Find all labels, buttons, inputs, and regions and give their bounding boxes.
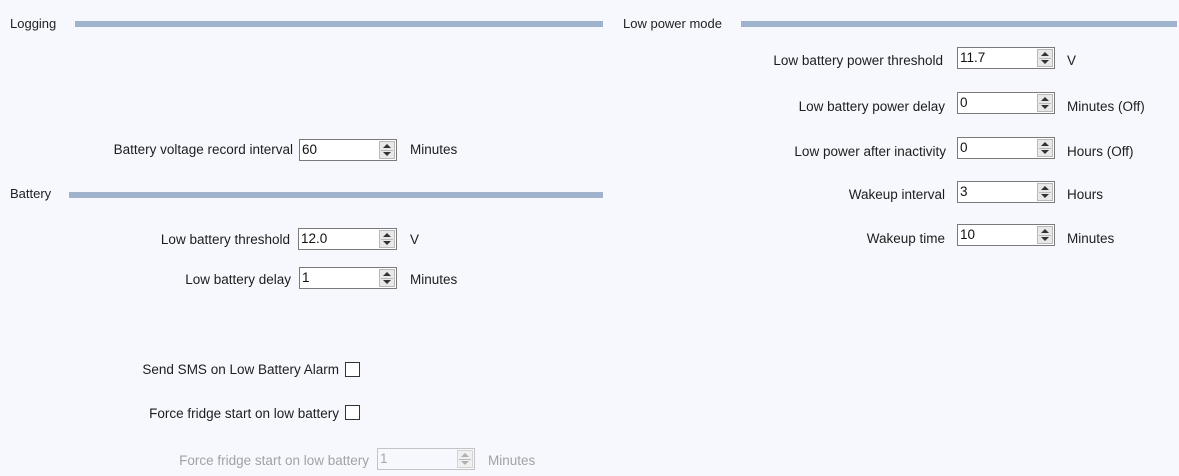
low-battery-delay-stepper[interactable]: 1 bbox=[299, 267, 397, 289]
spin-buttons[interactable] bbox=[1037, 226, 1053, 244]
low-battery-power-delay-unit: Minutes (Off) bbox=[1067, 99, 1145, 114]
spin-down-arrow-icon[interactable] bbox=[380, 150, 394, 158]
low-battery-delay-value[interactable]: 1 bbox=[302, 269, 310, 287]
low-power-after-inactivity-stepper[interactable]: 0 bbox=[957, 137, 1055, 159]
low-battery-power-threshold-stepper[interactable]: 11.7 bbox=[957, 47, 1055, 69]
wakeup-interval-unit: Hours bbox=[1067, 187, 1104, 202]
low-power-after-inactivity-label: Low power after inactivity bbox=[794, 144, 946, 159]
logging-section-divider bbox=[75, 21, 603, 27]
spin-buttons[interactable] bbox=[1037, 49, 1053, 67]
spin-down-arrow-icon[interactable] bbox=[380, 239, 394, 247]
spin-buttons[interactable] bbox=[1037, 94, 1053, 112]
low-battery-threshold-unit: V bbox=[410, 232, 420, 247]
force-fridge-delay-label: Force fridge start on low battery bbox=[179, 453, 369, 468]
wakeup-time-value[interactable]: 10 bbox=[960, 226, 975, 244]
force-fridge-delay-unit: Minutes bbox=[488, 453, 536, 468]
low-battery-power-threshold-unit: V bbox=[1067, 53, 1077, 68]
wakeup-time-unit: Minutes bbox=[1067, 231, 1115, 246]
spin-down-arrow-icon[interactable] bbox=[1038, 235, 1052, 243]
spin-up-arrow-icon[interactable] bbox=[380, 270, 394, 278]
spin-down-arrow-icon[interactable] bbox=[1038, 58, 1052, 66]
wakeup-time-stepper[interactable]: 10 bbox=[957, 224, 1055, 246]
spin-down-arrow-icon[interactable] bbox=[1038, 103, 1052, 111]
low-battery-power-threshold-value[interactable]: 11.7 bbox=[960, 49, 985, 67]
spin-buttons[interactable] bbox=[379, 230, 395, 248]
wakeup-interval-stepper[interactable]: 3 bbox=[957, 181, 1055, 203]
low-battery-delay-unit: Minutes bbox=[410, 272, 458, 287]
low-battery-power-delay-value[interactable]: 0 bbox=[960, 94, 968, 112]
spin-down-arrow-icon[interactable] bbox=[458, 459, 472, 467]
low-power-after-inactivity-value[interactable]: 0 bbox=[960, 139, 968, 157]
spin-down-arrow-icon[interactable] bbox=[1038, 192, 1052, 200]
spin-buttons[interactable] bbox=[379, 141, 395, 159]
force-fridge-delay-value[interactable]: 1 bbox=[380, 450, 388, 468]
spin-up-arrow-icon[interactable] bbox=[1038, 95, 1052, 103]
spin-up-arrow-icon[interactable] bbox=[1038, 140, 1052, 148]
low-power-mode-section-title: Low power mode bbox=[623, 16, 722, 31]
low-power-after-inactivity-unit: Hours (Off) bbox=[1067, 144, 1134, 159]
battery-voltage-record-interval-value[interactable]: 60 bbox=[302, 141, 317, 159]
send-sms-checkbox[interactable] bbox=[345, 362, 360, 377]
spin-buttons[interactable] bbox=[457, 450, 473, 468]
low-battery-threshold-label: Low battery threshold bbox=[160, 232, 290, 247]
send-sms-label: Send SMS on Low Battery Alarm bbox=[142, 362, 339, 377]
force-fridge-start-checkbox[interactable] bbox=[345, 405, 360, 420]
battery-voltage-record-interval-stepper[interactable]: 60 bbox=[299, 139, 397, 161]
spin-up-arrow-icon[interactable] bbox=[380, 231, 394, 239]
spin-down-arrow-icon[interactable] bbox=[380, 278, 394, 286]
battery-voltage-record-interval-unit: Minutes bbox=[410, 142, 458, 157]
spin-up-arrow-icon[interactable] bbox=[1038, 227, 1052, 235]
spin-buttons[interactable] bbox=[1037, 139, 1053, 157]
spin-up-arrow-icon[interactable] bbox=[1038, 184, 1052, 192]
force-fridge-delay-stepper[interactable]: 1 bbox=[377, 448, 475, 470]
spin-buttons[interactable] bbox=[1037, 183, 1053, 201]
wakeup-interval-label: Wakeup interval bbox=[848, 187, 945, 202]
spin-up-arrow-icon[interactable] bbox=[380, 142, 394, 150]
low-battery-threshold-value[interactable]: 12.0 bbox=[301, 230, 327, 248]
battery-section-title: Battery bbox=[10, 186, 52, 201]
battery-voltage-record-interval-label: Battery voltage record interval bbox=[113, 142, 293, 157]
spin-buttons[interactable] bbox=[379, 269, 395, 287]
low-battery-power-threshold-label: Low battery power threshold bbox=[773, 53, 943, 68]
low-battery-power-delay-stepper[interactable]: 0 bbox=[957, 92, 1055, 114]
low-battery-threshold-stepper[interactable]: 12.0 bbox=[298, 228, 397, 250]
battery-section-divider bbox=[69, 192, 603, 198]
spin-down-arrow-icon[interactable] bbox=[1038, 148, 1052, 156]
logging-section-title: Logging bbox=[10, 16, 57, 31]
wakeup-interval-value[interactable]: 3 bbox=[960, 183, 968, 201]
force-fridge-start-label: Force fridge start on low battery bbox=[149, 406, 339, 421]
low-battery-power-delay-label: Low battery power delay bbox=[798, 99, 945, 114]
spin-up-arrow-icon[interactable] bbox=[458, 451, 472, 459]
wakeup-time-label: Wakeup time bbox=[866, 231, 945, 246]
low-power-mode-section-divider bbox=[741, 21, 1177, 27]
spin-up-arrow-icon[interactable] bbox=[1038, 50, 1052, 58]
low-battery-delay-label: Low battery delay bbox=[185, 272, 291, 287]
